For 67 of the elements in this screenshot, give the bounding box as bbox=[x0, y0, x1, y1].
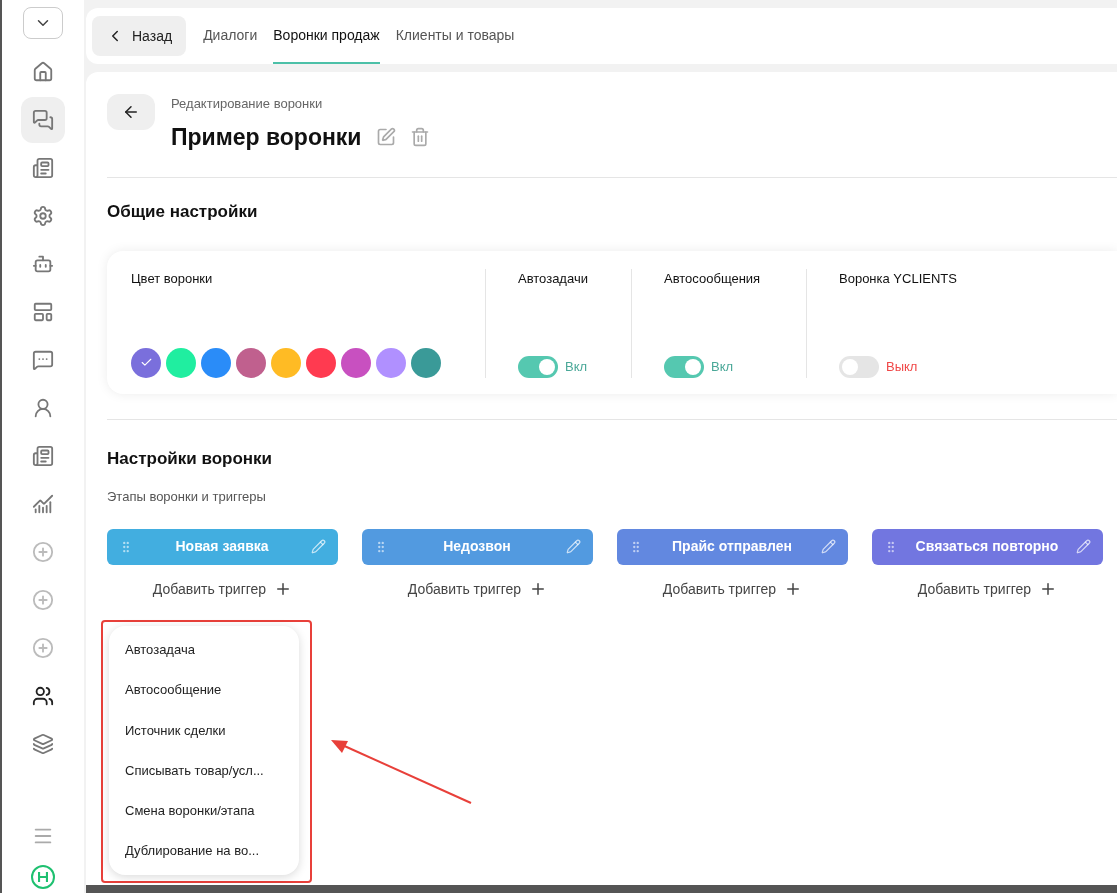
plus-circle-icon bbox=[32, 541, 54, 563]
edit-icon[interactable] bbox=[821, 539, 836, 554]
color-swatch[interactable] bbox=[166, 347, 196, 378]
toggle-switch[interactable] bbox=[839, 355, 879, 378]
toggle-label: Автосообщения bbox=[664, 269, 762, 288]
page-title: Пример воронки bbox=[171, 122, 362, 152]
nav-tab[interactable]: Клиенты и товары bbox=[395, 8, 515, 64]
add-trigger-button[interactable]: Добавить триггер bbox=[662, 578, 803, 600]
add-trigger-button[interactable]: Добавить триггер bbox=[152, 578, 293, 600]
menu-item[interactable]: Автозадача bbox=[109, 640, 299, 660]
menu-item[interactable]: Смена воронки/этапа bbox=[109, 800, 299, 821]
delete-icon[interactable] bbox=[409, 126, 430, 147]
newspaper-icon bbox=[32, 445, 54, 467]
home-icon bbox=[32, 61, 54, 83]
settings-icon bbox=[32, 205, 54, 227]
back-button[interactable]: Назад bbox=[92, 16, 187, 56]
check-icon bbox=[139, 356, 153, 369]
menu-item[interactable]: Дублирование на во... bbox=[109, 841, 299, 861]
back-arrow-button[interactable] bbox=[107, 94, 155, 130]
color-swatch[interactable] bbox=[341, 347, 371, 378]
add-trigger-button[interactable]: Добавить триггер bbox=[917, 578, 1058, 600]
toggle-label: Автозадачи bbox=[518, 269, 589, 288]
toggle-label: Воронка YCLIENTS bbox=[839, 269, 958, 288]
nav-tab[interactable]: Диалоги bbox=[203, 8, 258, 64]
toggle-switch[interactable] bbox=[518, 355, 558, 378]
chat-icon bbox=[32, 109, 54, 131]
color-swatch[interactable] bbox=[306, 347, 336, 378]
toggle-switch[interactable] bbox=[664, 355, 704, 378]
color-swatch[interactable] bbox=[201, 347, 231, 378]
color-swatch[interactable] bbox=[271, 347, 301, 378]
stage-name: Недозвон bbox=[442, 537, 512, 556]
plus-circle-icon bbox=[32, 637, 54, 659]
menu-item[interactable]: Списывать товар/усл... bbox=[109, 760, 299, 781]
edit-icon[interactable] bbox=[311, 539, 326, 554]
team-icon bbox=[32, 685, 54, 707]
color-swatch[interactable] bbox=[131, 347, 161, 378]
stage-name: Связаться повторно bbox=[914, 537, 1060, 556]
nav-tab[interactable]: Воронки продаж bbox=[273, 8, 380, 64]
color-swatch[interactable] bbox=[411, 347, 441, 378]
layers-icon bbox=[32, 733, 54, 755]
menu-item[interactable]: Источник сделки bbox=[109, 720, 299, 741]
toggle-state: Вкл bbox=[565, 357, 588, 376]
color-label: Цвет воронки bbox=[131, 269, 214, 288]
color-swatch[interactable] bbox=[236, 347, 266, 378]
layout-icon bbox=[32, 301, 54, 323]
section-title: Настройки воронки bbox=[107, 447, 274, 470]
logo-icon bbox=[31, 865, 55, 889]
user-icon bbox=[32, 397, 54, 419]
menu-item[interactable]: Автосообщение bbox=[109, 680, 299, 700]
edit-icon[interactable] bbox=[1076, 539, 1091, 554]
section-subtitle: Этапы воронки и триггеры bbox=[107, 488, 267, 506]
plus-circle-icon bbox=[32, 589, 54, 611]
stage-name: Новая заявка bbox=[174, 537, 270, 556]
stage-name: Прайс отправлен bbox=[671, 537, 793, 556]
chart-icon bbox=[32, 493, 54, 515]
edit-icon[interactable] bbox=[375, 126, 396, 147]
color-swatch[interactable] bbox=[376, 347, 406, 378]
section-title: Общие настройки bbox=[107, 201, 259, 223]
stage-header[interactable]: Связаться повторно bbox=[872, 528, 1103, 565]
toggle-state: Выкл bbox=[886, 357, 918, 376]
newspaper-icon bbox=[32, 157, 54, 179]
add-trigger-button[interactable]: Добавить триггер bbox=[407, 578, 548, 600]
robot-icon bbox=[32, 253, 54, 275]
page-subtitle: Редактирование воронки bbox=[171, 95, 324, 113]
toggle-state: Вкл bbox=[711, 357, 734, 376]
collapse-button[interactable] bbox=[23, 7, 63, 39]
edit-icon[interactable] bbox=[566, 539, 581, 554]
